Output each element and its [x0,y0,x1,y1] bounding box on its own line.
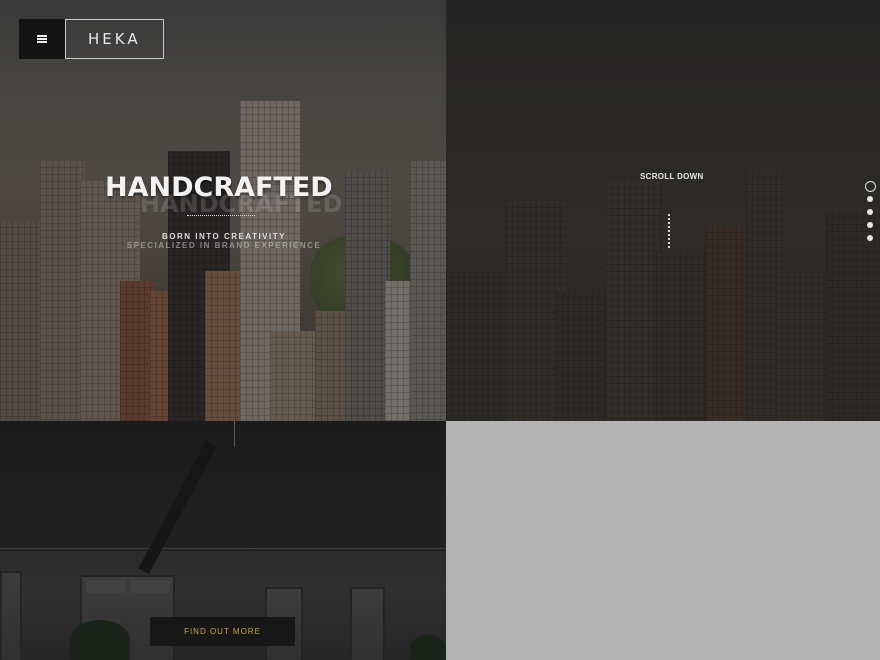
scroll-indicator [668,214,670,248]
menu-button[interactable] [19,19,65,59]
section-nav-dot-3[interactable] [867,209,873,215]
section-nav-dot-5[interactable] [867,235,873,241]
logo[interactable]: HEKA [65,19,164,59]
ceiling-edge [0,548,446,549]
logo-text: HEKA [88,30,141,48]
hamburger-icon [37,35,47,43]
hero-subtitle: BORN INTO CREATIVITY [162,232,286,241]
lamp-wire [234,421,235,447]
placeholder-panel [446,421,880,660]
hero-tagline: SPECIALIZED IN BRAND EXPERIENCE [126,241,322,250]
find-out-more-button[interactable]: FIND OUT MORE [150,617,295,646]
section-nav-dot-2[interactable] [867,196,873,202]
section-nav-dot-1[interactable] [865,181,876,192]
section-nav-dot-4[interactable] [867,222,873,228]
hero-title: HANDCRAFTED [105,172,333,203]
city-image-right [446,0,880,421]
scroll-down-link[interactable]: SCROLL DOWN [640,172,704,181]
hero-divider [187,215,255,216]
